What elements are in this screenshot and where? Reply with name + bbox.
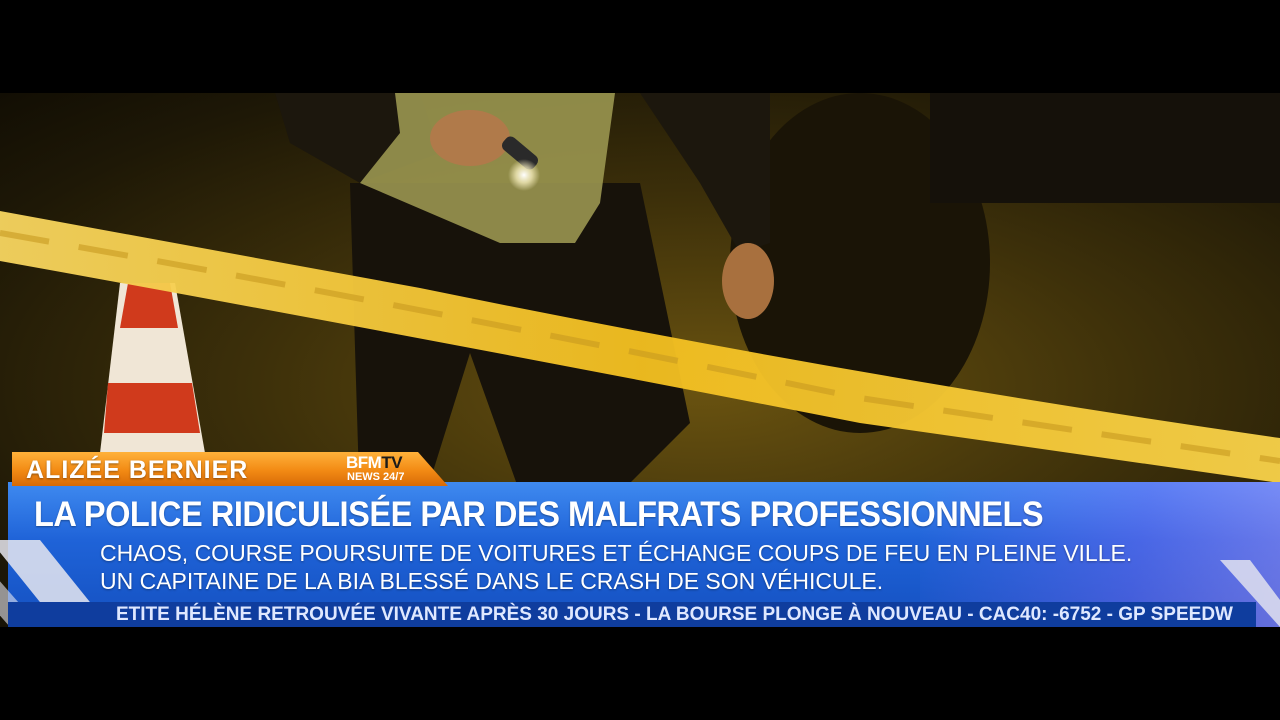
ticker-text: ETITE HÉLÈNE RETROUVÉE VIVANTE APRÈS 30 … <box>116 604 1233 625</box>
reporter-name: ALIZÉE BERNIER <box>26 456 249 484</box>
letterbox-top <box>0 0 1280 93</box>
subline-1: CHAOS, COURSE POURSUITE DE VOITURES ET É… <box>100 540 1133 566</box>
cone-stripe-bottom <box>104 383 200 433</box>
letterbox-bottom <box>0 627 1280 720</box>
logo-subtext: NEWS 24/7 <box>347 471 405 483</box>
channel-logo: BFMTV NEWS 24/7 <box>346 454 412 486</box>
hand-right <box>722 243 774 319</box>
news-ticker: ETITE HÉLÈNE RETROUVÉE VIVANTE APRÈS 30 … <box>8 602 1256 627</box>
officer-arm-right <box>640 93 770 253</box>
vehicle-body <box>930 93 1280 203</box>
flashlight-beam <box>508 159 540 191</box>
hand-left <box>430 110 510 166</box>
subline-2: UN CAPITAINE DE LA BIA BLESSÉ DANS LE CR… <box>100 568 884 594</box>
headline: LA POLICE RIDICULISÉE PAR DES MALFRATS P… <box>34 495 1044 534</box>
